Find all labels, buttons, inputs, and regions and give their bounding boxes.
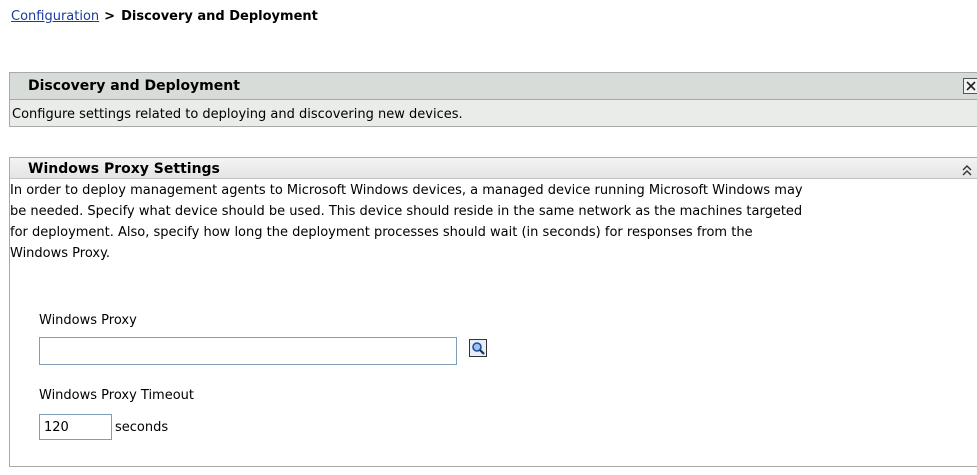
windows-proxy-input[interactable] xyxy=(39,337,457,365)
info-panel-header: Discovery and Deployment xyxy=(10,73,977,100)
breadcrumb-link-configuration[interactable]: Configuration xyxy=(11,9,99,24)
magnifier-icon[interactable] xyxy=(469,339,487,357)
timeout-unit-label: seconds xyxy=(115,420,169,435)
breadcrumb-separator: > xyxy=(104,9,116,24)
settings-panel-description: In order to deploy management agents to … xyxy=(10,183,803,261)
windows-proxy-timeout-input[interactable] xyxy=(39,414,112,440)
windows-proxy-settings-panel: Windows Proxy Settings In order to deplo… xyxy=(9,157,977,467)
page: Configuration > Discovery and Deployment D… xyxy=(0,0,977,475)
info-panel-title: Discovery and Deployment xyxy=(28,78,240,94)
windows-proxy-timeout-label: Windows Proxy Timeout xyxy=(39,388,195,403)
breadcrumb: Configuration > Discovery and Deployment xyxy=(11,9,318,25)
settings-panel-header: Windows Proxy Settings xyxy=(10,157,977,179)
breadcrumb-current: Discovery and Deployment xyxy=(121,9,318,24)
info-panel: Discovery and Deployment Configure setti… xyxy=(9,72,977,127)
settings-panel-title: Windows Proxy Settings xyxy=(28,161,220,177)
double-chevron-up-icon[interactable] xyxy=(961,162,973,176)
info-panel-description: Configure settings related to deploying … xyxy=(12,107,463,122)
close-icon[interactable] xyxy=(963,78,977,94)
windows-proxy-label: Windows Proxy xyxy=(39,313,137,328)
